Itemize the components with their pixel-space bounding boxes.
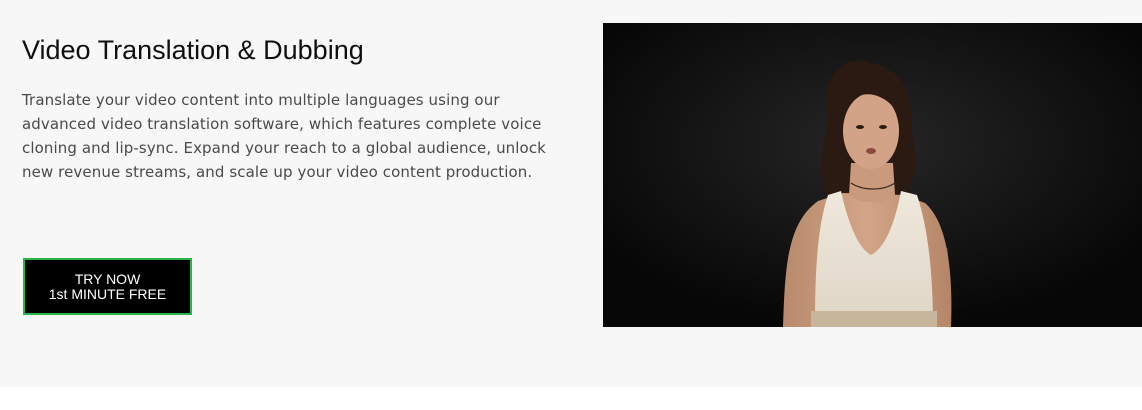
try-now-button-label: TRY NOW — [74, 270, 141, 287]
hero-description: Translate your video content into multip… — [22, 91, 546, 181]
video-player[interactable] — [603, 23, 1142, 327]
try-now-button[interactable]: TRY NOW 1st MINUTE FREE — [23, 258, 192, 315]
hero-section: Video Translation & Dubbing Translate yo… — [0, 0, 1142, 387]
free-minute-label: 1st MINUTE FREE — [48, 285, 167, 302]
hero-text-column: Video Translation & Dubbing Translate yo… — [22, 30, 562, 184]
presenter-video-frame — [603, 23, 1142, 327]
hero-title: Video Translation & Dubbing — [22, 35, 364, 65]
